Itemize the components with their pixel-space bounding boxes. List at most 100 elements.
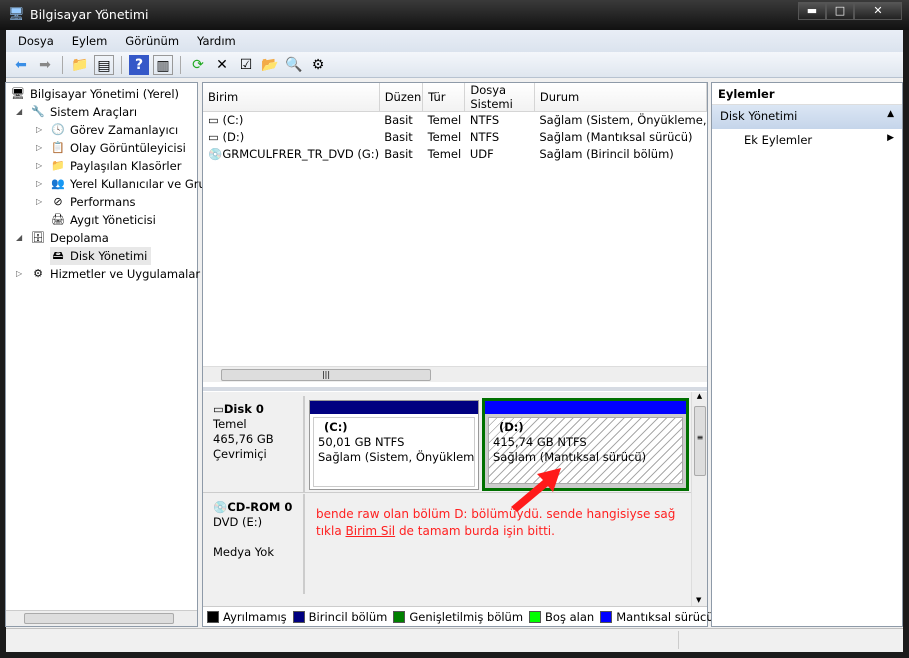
tree-item-shared-folders[interactable]: ▷ 📁 Paylaşılan Klasörler <box>36 157 181 175</box>
tree-item-event-viewer[interactable]: ▷ 📋 Olay Görüntüleyicisi <box>36 139 186 157</box>
tree-item-local-users[interactable]: ▷ 👥 Yerel Kullanıcılar ve Gru <box>36 175 206 193</box>
tools-icon: 🔧 <box>31 105 45 118</box>
menu-eylem[interactable]: Eylem <box>72 34 108 48</box>
collapse-arrow-icon[interactable]: ▲ <box>887 109 894 125</box>
maximize-button[interactable]: □ <box>826 2 854 20</box>
tree-item-storage[interactable]: ◢ 🗄 Depolama <box>16 229 109 247</box>
help-icon[interactable]: ? <box>129 54 149 75</box>
legend-item: Mantıksal sürücü <box>600 609 714 624</box>
scroll-down-icon[interactable]: ▼ <box>696 596 701 604</box>
title-bar: 🖥 Bilgisayar Yönetimi ▬ □ ✕ <box>0 0 909 30</box>
scroll-thumb[interactable]: ≡ <box>694 406 706 476</box>
disk-icon: 🖴 <box>52 249 64 262</box>
birim-sil-link: Birim Sil <box>345 524 396 538</box>
drive-icon: ▭ <box>208 130 223 144</box>
window-body: Dosya Eylem Görünüm Yardım ⬅ ➡ 📁 ▤ ? ▥ ⟳… <box>5 30 903 652</box>
drive-icon: ▭ <box>208 113 223 128</box>
disk-view-vertical-scrollbar[interactable]: ▲ ≡ ▼ <box>691 392 707 606</box>
app-icon: 🖥 <box>8 7 25 22</box>
expanded-arrow-icon[interactable]: ◢ <box>16 229 26 247</box>
menu-yardim[interactable]: Yardım <box>197 34 236 48</box>
scroll-thumb[interactable] <box>24 613 174 624</box>
cdrom-icon: 💿 <box>213 500 228 514</box>
shared-folder-icon: 📁 <box>51 159 65 172</box>
disk-graphical-view: ▭Disk 0 Temel 465,76 GB Çevrimiçi (C:) 5… <box>203 392 707 606</box>
collapsed-arrow-icon[interactable]: ▷ <box>16 265 26 283</box>
column-header-dosya-sistemi[interactable]: Dosya Sistemi <box>464 83 535 112</box>
legend-swatch <box>207 610 219 623</box>
expanded-arrow-icon[interactable]: ◢ <box>16 103 26 121</box>
open-icon[interactable]: 📂 <box>260 55 280 75</box>
legend-item: Birincil bölüm <box>292 609 387 624</box>
search-icon[interactable]: 🔍 <box>284 55 304 75</box>
collapsed-arrow-icon[interactable]: ▷ <box>36 193 46 211</box>
collapsed-arrow-icon[interactable]: ▷ <box>36 121 46 139</box>
separator <box>62 55 63 74</box>
separator <box>180 55 181 74</box>
tree-item-services[interactable]: ▷ ⚙ Hizmetler ve Uygulamalar <box>16 265 200 283</box>
disk-icon: ▭ <box>213 402 224 416</box>
more-actions-item[interactable]: Ek Eylemler ▶ <box>712 129 902 151</box>
legend-swatch <box>529 610 542 623</box>
refresh-icon[interactable]: ⟳ <box>188 55 208 75</box>
computer-icon: 🖥 <box>11 87 25 100</box>
clock-icon: 🕓 <box>51 123 65 136</box>
pane-splitter[interactable] <box>203 387 707 391</box>
column-header-durum[interactable]: Durum <box>534 83 708 112</box>
actions-section-disk-management[interactable]: Disk Yönetimi ▲ <box>712 105 902 129</box>
logical-drive-bar <box>485 401 686 414</box>
red-arrow-icon <box>511 468 561 512</box>
scroll-thumb[interactable]: ||| <box>221 369 431 381</box>
show-hide-tree-icon[interactable]: ▤ <box>94 54 114 75</box>
dvd-drive-icon: 💿 <box>208 147 223 161</box>
close-button[interactable]: ✕ <box>854 2 902 20</box>
tree-item-disk-management[interactable]: 🖴 Disk Yönetimi <box>50 247 152 265</box>
table-row[interactable]: 💿GRMCULFRER_TR_DVD (G:) Basit Temel UDF Sağl… <box>203 146 707 163</box>
submenu-arrow-icon: ▶ <box>887 133 894 143</box>
status-divider <box>678 631 679 649</box>
legend-swatch <box>393 610 406 623</box>
actions-pane: Eylemler Disk Yönetimi ▲ Ek Eylemler ▶ <box>711 82 903 627</box>
back-icon[interactable]: ⬅ <box>11 55 31 75</box>
delete-icon[interactable]: ✕ <box>212 55 232 75</box>
disk0-info[interactable]: ▭Disk 0 Temel 465,76 GB Çevrimiçi <box>207 396 305 492</box>
services-icon: ⚙ <box>33 267 43 280</box>
tree-item-system-tools[interactable]: ◢ 🔧 Sistem Araçları <box>16 103 137 121</box>
column-header-duzen[interactable]: Düzen <box>379 83 424 112</box>
forward-icon[interactable]: ➡ <box>35 55 55 75</box>
tree-item-task-scheduler[interactable]: ▷ 🕓 Görev Zamanlayıcı <box>36 121 178 139</box>
performance-icon: ⊘ <box>53 195 63 208</box>
collapsed-arrow-icon[interactable]: ▷ <box>36 175 46 193</box>
legend-item: Ayrılmamış <box>207 609 287 624</box>
device-manager-icon: 🖨 <box>51 213 65 226</box>
primary-partition-bar <box>310 401 478 414</box>
navigation-tree: 🖥 Bilgisayar Yönetimi (Yerel) ◢ 🔧 Sistem Ar… <box>5 82 206 627</box>
column-header-tur[interactable]: Tür <box>422 83 466 112</box>
list-horizontal-scrollbar[interactable]: ||| <box>203 366 707 382</box>
tree-horizontal-scrollbar[interactable] <box>6 610 197 626</box>
cdrom0-info[interactable]: 💿CD-ROM 0 DVD (E:) Medya Yok <box>207 494 305 594</box>
menu-bar: Dosya Eylem Görünüm Yardım <box>6 30 903 52</box>
show-hide-action-pane-icon[interactable]: ▥ <box>153 54 173 75</box>
table-row[interactable]: ▭ (C:) Basit Temel NTFS Sağlam (Sistem, Önyü… <box>203 112 707 129</box>
settings-icon[interactable]: ⚙ <box>308 55 328 75</box>
event-viewer-icon: 📋 <box>51 141 65 154</box>
window-title: Bilgisayar Yönetimi <box>30 7 149 22</box>
partition-c[interactable]: (C:) 50,01 GB NTFS Sağlam (Sistem, Önyük… <box>309 400 479 490</box>
up-folder-icon[interactable]: 📁 <box>70 55 90 75</box>
collapsed-arrow-icon[interactable]: ▷ <box>36 139 46 157</box>
table-row[interactable]: ▭ (D:) Basit Temel NTFS Sağlam (Mantıksal sü… <box>203 129 707 146</box>
center-pane: Birim Düzen Tür Dosya Sistemi Durum ▭ (C… <box>202 82 714 627</box>
tree-item-computer-management[interactable]: 🖥 Bilgisayar Yönetimi (Yerel) <box>10 85 179 103</box>
menu-gorunum[interactable]: Görünüm <box>125 34 179 48</box>
tree-item-performance[interactable]: ▷ ⊘ Performans <box>36 193 135 211</box>
column-header-birim[interactable]: Birim <box>203 83 380 112</box>
scroll-up-icon[interactable]: ▲ <box>692 392 707 400</box>
legend: Ayrılmamış Birincil bölüm Genişletilmiş … <box>203 606 714 626</box>
minimize-button[interactable]: ▬ <box>798 2 826 20</box>
tree-item-device-manager[interactable]: 🖨 Aygıt Yöneticisi <box>50 211 156 229</box>
properties-icon[interactable]: ☑ <box>236 55 256 75</box>
volume-list: Birim Düzen Tür Dosya Sistemi Durum ▭ (C… <box>203 83 708 382</box>
collapsed-arrow-icon[interactable]: ▷ <box>36 157 46 175</box>
menu-dosya[interactable]: Dosya <box>18 34 54 48</box>
